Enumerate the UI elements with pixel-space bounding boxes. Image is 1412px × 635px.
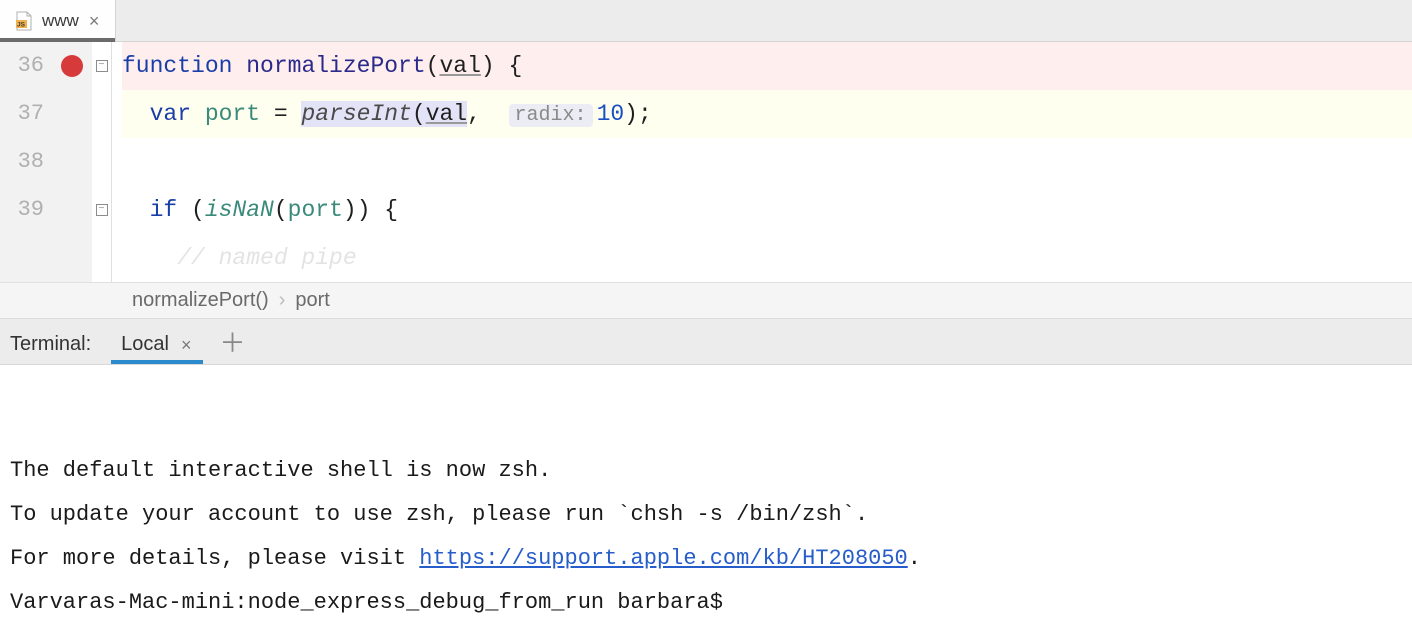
terminal-line: The default interactive shell is now zsh… [10, 449, 1402, 493]
breakpoint-marker[interactable] [61, 55, 83, 77]
terminal-output[interactable]: The default interactive shell is now zsh… [0, 365, 1412, 635]
fold-toggle-icon[interactable]: − [96, 204, 108, 216]
editor-tab-label: www [42, 11, 79, 31]
code-line[interactable]: function normalizePort(val) { [122, 42, 1412, 90]
line-number: 37 [4, 90, 44, 138]
close-icon[interactable]: × [179, 336, 194, 354]
breadcrumb-item[interactable]: port [295, 289, 329, 312]
line-number: 38 [4, 138, 44, 186]
breakpoint-gutter[interactable] [52, 42, 92, 282]
line-number: 36 [4, 42, 44, 90]
terminal-line: To update your account to use zsh, pleas… [10, 493, 1402, 537]
line-number: 39 [4, 186, 44, 234]
code-line-partial: // named pipe [122, 234, 1412, 282]
code-line[interactable] [122, 138, 1412, 186]
svg-text:JS: JS [17, 21, 26, 28]
fold-gutter: − − [92, 42, 112, 282]
editor-tab-bar: JS www × [0, 0, 1412, 42]
code-editor[interactable]: 36 37 38 39 − − function normalizePort(v… [0, 42, 1412, 282]
line-number-gutter: 36 37 38 39 [0, 42, 52, 282]
code-line[interactable]: if (isNaN(port)) { [122, 186, 1412, 234]
fold-toggle-icon[interactable]: − [96, 60, 108, 72]
parameter-hint: radix: [509, 104, 593, 127]
terminal-line: Varvaras-Mac-mini:node_express_debug_fro… [10, 581, 1402, 625]
code-line[interactable]: var port = parseInt(val, radix:10); [122, 90, 1412, 138]
terminal-panel-header: Terminal: Local × ＋ [0, 319, 1412, 365]
chevron-right-icon: › [279, 289, 286, 312]
code-breadcrumb[interactable]: normalizePort() › port [0, 282, 1412, 319]
editor-tab-www[interactable]: JS www × [0, 0, 116, 41]
terminal-link[interactable]: https://support.apple.com/kb/HT208050 [419, 546, 907, 571]
close-icon[interactable]: × [87, 12, 102, 30]
terminal-line: For more details, please visit https://s… [10, 537, 1402, 581]
terminal-tab-local[interactable]: Local × [115, 325, 199, 364]
js-file-icon: JS [14, 11, 34, 31]
add-terminal-tab-button[interactable]: ＋ [199, 323, 257, 364]
breadcrumb-item[interactable]: normalizePort() [132, 289, 269, 312]
terminal-panel-title: Terminal: [10, 333, 91, 364]
terminal-tab-label: Local [121, 333, 169, 356]
code-area[interactable]: function normalizePort(val) { var port =… [112, 42, 1412, 282]
